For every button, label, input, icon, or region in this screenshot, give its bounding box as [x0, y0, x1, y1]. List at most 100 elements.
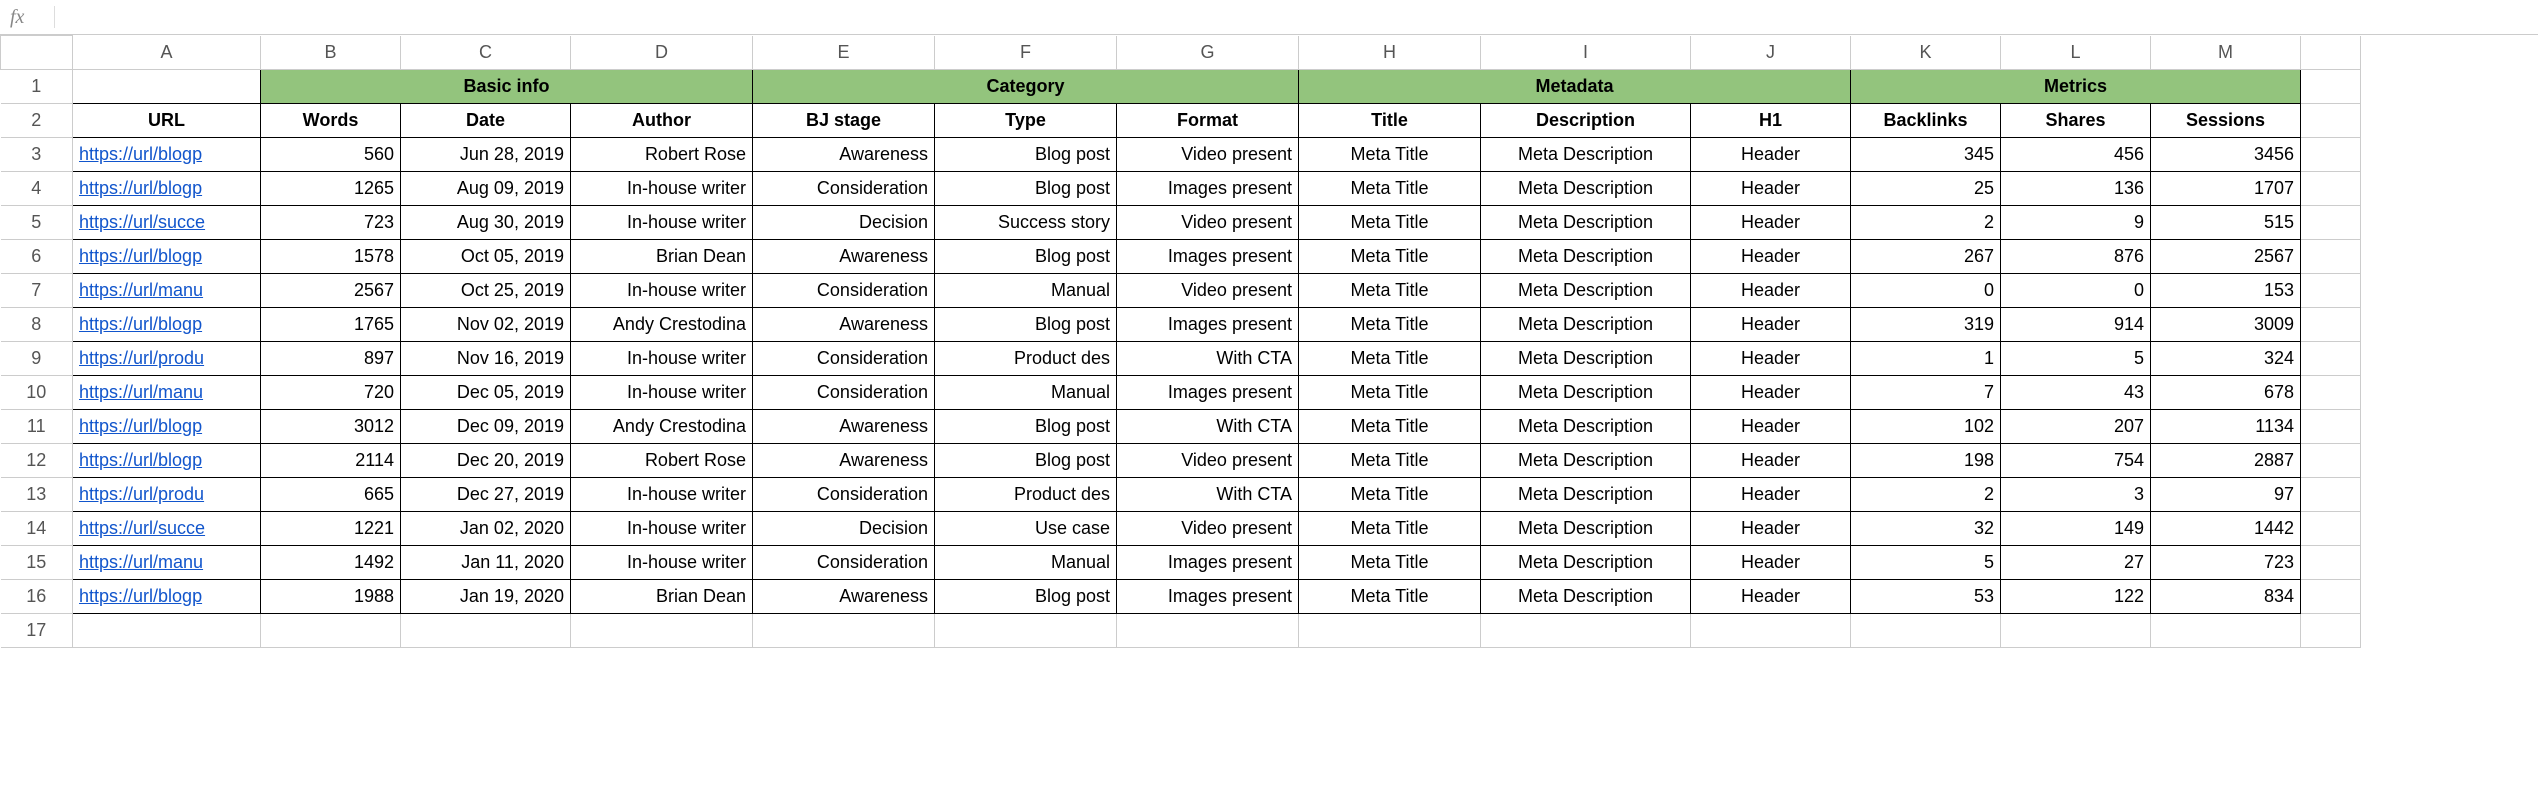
- cell-title[interactable]: Meta Title: [1299, 444, 1481, 478]
- cell-author[interactable]: Andy Crestodina: [571, 410, 753, 444]
- cell-author[interactable]: In-house writer: [571, 546, 753, 580]
- cell-format[interactable]: Video present: [1117, 444, 1299, 478]
- cell-author[interactable]: In-house writer: [571, 478, 753, 512]
- cell-sessions[interactable]: 1134: [2151, 410, 2301, 444]
- column-header-C[interactable]: C: [401, 36, 571, 70]
- cell[interactable]: [2151, 614, 2301, 648]
- cell-backlinks[interactable]: 2: [1851, 478, 2001, 512]
- column-header-K[interactable]: K: [1851, 36, 2001, 70]
- cell-format[interactable]: Images present: [1117, 308, 1299, 342]
- cell[interactable]: [261, 614, 401, 648]
- cell-backlinks[interactable]: 319: [1851, 308, 2001, 342]
- formula-input[interactable]: [69, 0, 2538, 35]
- cell-format[interactable]: Images present: [1117, 240, 1299, 274]
- cell-bj[interactable]: Awareness: [753, 308, 935, 342]
- cell-sessions[interactable]: 2567: [2151, 240, 2301, 274]
- cell[interactable]: [2301, 614, 2361, 648]
- cell-sessions[interactable]: 324: [2151, 342, 2301, 376]
- cell-format[interactable]: Images present: [1117, 546, 1299, 580]
- cell-shares[interactable]: 754: [2001, 444, 2151, 478]
- cell-h1[interactable]: Header: [1691, 478, 1851, 512]
- cell-h1[interactable]: Header: [1691, 274, 1851, 308]
- column-header-H[interactable]: H: [1299, 36, 1481, 70]
- cell-backlinks[interactable]: 5: [1851, 546, 2001, 580]
- cell-bj[interactable]: Awareness: [753, 410, 935, 444]
- cell[interactable]: [73, 614, 261, 648]
- cell-type[interactable]: Manual: [935, 376, 1117, 410]
- cell-url[interactable]: https://url/succe: [73, 512, 261, 546]
- cell-type[interactable]: Manual: [935, 274, 1117, 308]
- cell-author[interactable]: In-house writer: [571, 376, 753, 410]
- cell-date[interactable]: Jun 28, 2019: [401, 138, 571, 172]
- cell-shares[interactable]: 456: [2001, 138, 2151, 172]
- cell-backlinks[interactable]: 198: [1851, 444, 2001, 478]
- cell-date[interactable]: Jan 19, 2020: [401, 580, 571, 614]
- cell-type[interactable]: Success story: [935, 206, 1117, 240]
- cell[interactable]: [2301, 512, 2361, 546]
- row-header-16[interactable]: 16: [1, 580, 73, 614]
- cell-desc[interactable]: Meta Description: [1481, 206, 1691, 240]
- cell-sessions[interactable]: 97: [2151, 478, 2301, 512]
- cell-bj[interactable]: Decision: [753, 512, 935, 546]
- cell-sessions[interactable]: 834: [2151, 580, 2301, 614]
- cell-desc[interactable]: Meta Description: [1481, 376, 1691, 410]
- cell-h1[interactable]: Header: [1691, 240, 1851, 274]
- cell-title[interactable]: Meta Title: [1299, 546, 1481, 580]
- cell-url[interactable]: https://url/blogp: [73, 240, 261, 274]
- column-subheader[interactable]: Date: [401, 104, 571, 138]
- cell-format[interactable]: Video present: [1117, 274, 1299, 308]
- cell-title[interactable]: Meta Title: [1299, 240, 1481, 274]
- cell-sessions[interactable]: 153: [2151, 274, 2301, 308]
- cell-shares[interactable]: 136: [2001, 172, 2151, 206]
- cell-date[interactable]: Dec 05, 2019: [401, 376, 571, 410]
- cell[interactable]: [1691, 614, 1851, 648]
- cell-words[interactable]: 723: [261, 206, 401, 240]
- cell-shares[interactable]: 43: [2001, 376, 2151, 410]
- cell[interactable]: [2301, 410, 2361, 444]
- cell-date[interactable]: Jan 02, 2020: [401, 512, 571, 546]
- cell-url[interactable]: https://url/succe: [73, 206, 261, 240]
- cell-h1[interactable]: Header: [1691, 376, 1851, 410]
- cell-words[interactable]: 665: [261, 478, 401, 512]
- cell-backlinks[interactable]: 0: [1851, 274, 2001, 308]
- row-header-7[interactable]: 7: [1, 274, 73, 308]
- cell-desc[interactable]: Meta Description: [1481, 172, 1691, 206]
- column-subheader[interactable]: Sessions: [2151, 104, 2301, 138]
- cell-title[interactable]: Meta Title: [1299, 138, 1481, 172]
- cell-shares[interactable]: 27: [2001, 546, 2151, 580]
- cell-type[interactable]: Product des: [935, 478, 1117, 512]
- cell-words[interactable]: 1265: [261, 172, 401, 206]
- column-header-G[interactable]: G: [1117, 36, 1299, 70]
- cell[interactable]: [753, 614, 935, 648]
- cell-format[interactable]: Video present: [1117, 138, 1299, 172]
- column-subheader[interactable]: Type: [935, 104, 1117, 138]
- cell-shares[interactable]: 0: [2001, 274, 2151, 308]
- cell-type[interactable]: Blog post: [935, 308, 1117, 342]
- cell[interactable]: [2301, 70, 2361, 104]
- row-header-17[interactable]: 17: [1, 614, 73, 648]
- cell[interactable]: [2301, 546, 2361, 580]
- cell-bj[interactable]: Consideration: [753, 274, 935, 308]
- column-subheader[interactable]: Title: [1299, 104, 1481, 138]
- cell-title[interactable]: Meta Title: [1299, 274, 1481, 308]
- cell-date[interactable]: Jan 11, 2020: [401, 546, 571, 580]
- cell-desc[interactable]: Meta Description: [1481, 478, 1691, 512]
- cell-type[interactable]: Blog post: [935, 240, 1117, 274]
- row-header-14[interactable]: 14: [1, 512, 73, 546]
- cell-format[interactable]: Images present: [1117, 376, 1299, 410]
- cell-desc[interactable]: Meta Description: [1481, 512, 1691, 546]
- cell-words[interactable]: 1492: [261, 546, 401, 580]
- row-header-10[interactable]: 10: [1, 376, 73, 410]
- cell-h1[interactable]: Header: [1691, 138, 1851, 172]
- cell-h1[interactable]: Header: [1691, 410, 1851, 444]
- cell-title[interactable]: Meta Title: [1299, 206, 1481, 240]
- cell-words[interactable]: 2567: [261, 274, 401, 308]
- cell-desc[interactable]: Meta Description: [1481, 410, 1691, 444]
- cell-words[interactable]: 720: [261, 376, 401, 410]
- cell-author[interactable]: In-house writer: [571, 274, 753, 308]
- row-header-12[interactable]: 12: [1, 444, 73, 478]
- cell-title[interactable]: Meta Title: [1299, 580, 1481, 614]
- column-subheader[interactable]: URL: [73, 104, 261, 138]
- cell-words[interactable]: 2114: [261, 444, 401, 478]
- cell-url[interactable]: https://url/manu: [73, 376, 261, 410]
